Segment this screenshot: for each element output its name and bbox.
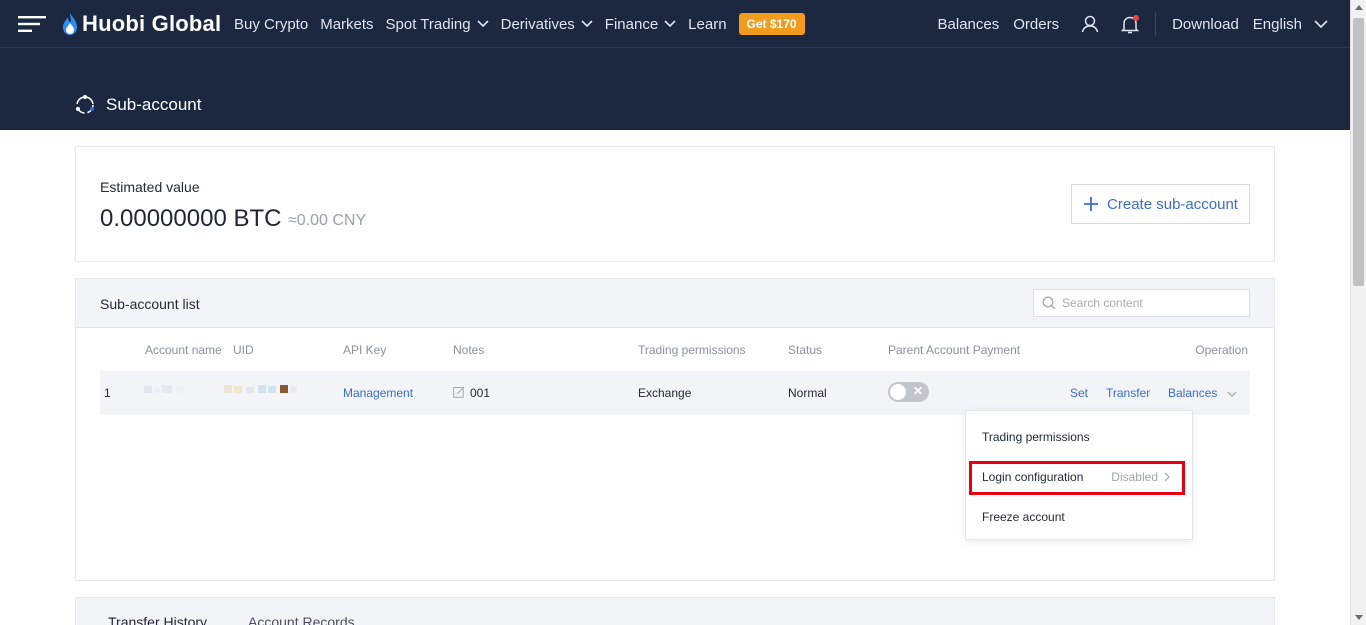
nav-orders[interactable]: Orders — [1013, 16, 1059, 33]
column-operation: Operation — [1195, 343, 1248, 357]
menu-item-freeze-account[interactable]: Freeze account — [982, 510, 1065, 524]
page-title: Sub-account — [74, 94, 201, 116]
chevron-down-icon — [1227, 391, 1237, 397]
scroll-down-arrow-icon[interactable] — [1355, 615, 1363, 620]
parent-payment-toggle[interactable]: ✕ — [888, 382, 929, 402]
search-icon — [1042, 296, 1056, 310]
table-row: 1 Management 001 Exchange Normal ✕ Set T… — [100, 371, 1250, 415]
create-sub-account-button[interactable]: Create sub-account — [1071, 184, 1250, 224]
column-notes: Notes — [453, 343, 485, 357]
nav-download[interactable]: Download — [1172, 16, 1239, 33]
balances-button[interactable]: Balances — [1168, 386, 1237, 400]
chevron-down-icon — [581, 20, 593, 28]
tab-account-records[interactable]: Account Records — [248, 614, 355, 625]
menu-item-login-configuration[interactable]: Login configuration — [982, 470, 1083, 484]
redacted-uid — [224, 385, 297, 393]
column-uid: UID — [233, 343, 254, 357]
redacted-account-name — [144, 385, 185, 393]
column-parent-account-payment: Parent Account Payment — [888, 343, 1021, 357]
nav-label: Markets — [320, 15, 374, 33]
search-input[interactable] — [1062, 296, 1232, 310]
language-label: English — [1252, 15, 1302, 33]
estimated-btc-value: 0.00000000 BTC — [100, 205, 282, 232]
main-nav: Buy Crypto Markets Spot Trading Derivati… — [234, 0, 805, 48]
nav-finance[interactable]: Finance — [605, 16, 676, 33]
page-scrollbar[interactable] — [1350, 0, 1366, 625]
toggle-knob — [890, 384, 906, 400]
nav-markets[interactable]: Markets — [320, 16, 373, 33]
list-title: Sub-account list — [100, 296, 200, 312]
row-notes: 001 — [470, 386, 491, 400]
sub-account-icon — [76, 95, 94, 114]
scrollbar-thumb[interactable] — [1353, 18, 1364, 286]
transfer-button[interactable]: Transfer — [1106, 386, 1150, 400]
language-selector[interactable]: English — [1253, 16, 1328, 33]
user-icon[interactable] — [1081, 15, 1099, 33]
menu-item-trading-permissions[interactable]: Trading permissions — [982, 430, 1090, 444]
scroll-up-arrow-icon[interactable] — [1355, 5, 1363, 10]
flame-logo-icon — [63, 13, 77, 35]
huobi-logo[interactable]: Huobi Global — [62, 10, 221, 38]
search-box[interactable] — [1033, 289, 1250, 317]
edit-note-icon[interactable] — [453, 386, 465, 398]
nav-label: Spot Trading — [385, 15, 471, 33]
row-index: 1 — [104, 386, 111, 400]
promo-badge[interactable]: Get $170 — [738, 13, 805, 35]
set-dropdown-menu: Trading permissions Login configuration … — [965, 410, 1193, 540]
history-card: Transfer History Account Records — [75, 597, 1275, 625]
logo-text: Huobi Global — [82, 11, 222, 36]
nav-buy-crypto[interactable]: Buy Crypto — [234, 16, 308, 33]
nav-right: Balances Orders Download English — [924, 0, 1328, 48]
menu-icon[interactable] — [18, 16, 46, 32]
nav-derivatives[interactable]: Derivatives — [501, 16, 593, 33]
column-api-key: API Key — [343, 343, 387, 357]
nav-balances[interactable]: Balances — [938, 16, 1000, 33]
page-title-text: Sub-account — [106, 95, 202, 114]
tab-transfer-history[interactable]: Transfer History — [108, 614, 207, 625]
chevron-down-icon — [664, 20, 676, 28]
plus-icon — [1084, 197, 1099, 211]
chevron-down-icon — [1314, 20, 1328, 28]
nav-learn[interactable]: Learn — [688, 16, 726, 33]
chevron-down-icon — [477, 20, 489, 28]
nav-label: Finance — [604, 15, 659, 33]
estimated-label: Estimated value — [100, 179, 200, 195]
top-navigation: Huobi Global Buy Crypto Markets Spot Tra… — [0, 0, 1350, 48]
set-button[interactable]: Set — [1070, 386, 1088, 400]
nav-label: Learn — [688, 15, 727, 33]
notification-dot — [1133, 14, 1140, 21]
nav-divider — [1155, 12, 1157, 36]
chevron-right-icon — [1164, 472, 1170, 482]
login-status-label: Disabled — [1111, 470, 1158, 484]
bell-icon[interactable] — [1121, 14, 1140, 34]
create-sub-account-label: Create sub-account — [1107, 195, 1238, 213]
estimated-value-card: Estimated value 0.00000000 BTC ≈0.00 CNY… — [75, 146, 1275, 262]
estimated-cny-value: ≈0.00 CNY — [288, 212, 367, 229]
api-key-management-link[interactable]: Management — [343, 386, 413, 400]
balances-label: Balances — [1168, 386, 1218, 400]
nav-label: Derivatives — [500, 15, 575, 33]
page-banner: Sub-account — [0, 48, 1350, 130]
nav-label: Buy Crypto — [234, 15, 309, 33]
column-account-name: Account name — [145, 343, 222, 357]
list-header: Sub-account list — [76, 279, 1274, 328]
row-trading-permissions: Exchange — [638, 386, 692, 400]
login-configuration-status: Disabled — [1111, 470, 1170, 484]
nav-spot-trading[interactable]: Spot Trading — [386, 16, 489, 33]
row-status: Normal — [788, 386, 827, 400]
column-status: Status — [788, 343, 823, 357]
column-trading-permissions: Trading permissions — [638, 343, 746, 357]
toggle-off-icon: ✕ — [912, 384, 923, 398]
